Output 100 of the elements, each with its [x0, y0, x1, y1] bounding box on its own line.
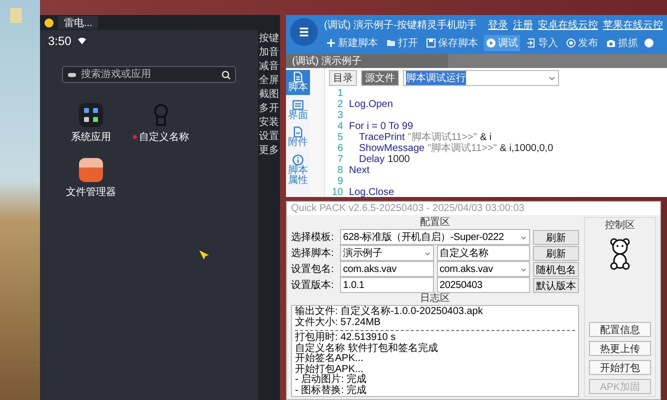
log-line: 文件大小: 57.24MB [295, 318, 382, 328]
play-icon [486, 38, 496, 48]
toolbar-button[interactable]: 打开 [384, 35, 420, 51]
function-dropdown[interactable]: 脚本调试运行 [403, 70, 559, 86]
sidebar-tool[interactable]: 安装 [258, 118, 280, 128]
search-icon [221, 70, 231, 80]
log-line: - 启动图片: 完成 [295, 375, 368, 385]
control-button[interactable]: 配置信息 [589, 322, 651, 337]
code-token: Next [349, 165, 370, 176]
folder-icon [386, 38, 396, 48]
line-number: 4 [336, 121, 343, 132]
window-title: Quick PACK v2.6.5-20250403 - 2025/04/03 03:00:03 [287, 202, 660, 215]
target-icon [566, 38, 576, 48]
file-manager-icon[interactable] [79, 158, 103, 182]
action-button[interactable]: 随机包名 [533, 262, 579, 276]
log-line: 打包用时: 42.513910 s [295, 333, 396, 343]
script-icon [292, 71, 304, 83]
code-token: & i,1000,0,0 [500, 143, 554, 154]
header-link[interactable]: 注册 [513, 18, 533, 32]
view-button[interactable]: 源文件 [361, 70, 399, 86]
toolbar-button[interactable]: 导入 [524, 35, 560, 51]
search-field[interactable]: 搜索游戏或应用 [62, 66, 236, 83]
code-token: & i [480, 132, 492, 143]
caret-icon [520, 266, 527, 272]
sidebar-tool[interactable]: 更多 [258, 146, 280, 156]
emulator-tab[interactable]: 雷电... [58, 16, 98, 29]
side-tab[interactable]: 附件 [286, 125, 310, 150]
field-label: 选择脚本: [291, 246, 335, 260]
header-link[interactable]: 苹果在线云控 [603, 18, 663, 32]
text-field[interactable]: 20250403 [436, 277, 530, 293]
sidebar-tool[interactable]: 加音 [258, 48, 280, 58]
sidebar-tool[interactable]: 减音 [258, 62, 280, 72]
line-number: 5 [336, 132, 343, 143]
header-link[interactable]: 安卓在线云控 [538, 18, 598, 32]
field-label: 选择模板: [291, 230, 335, 244]
control-button[interactable]: 开始打包 [589, 360, 651, 375]
action-button[interactable]: 刷新 [533, 230, 579, 244]
action-button[interactable]: 默认版本 [533, 278, 579, 292]
line-number: 10 [330, 187, 343, 197]
line-number: 2 [336, 99, 343, 110]
import-icon [526, 38, 536, 48]
save-icon [426, 38, 436, 48]
code-token: TracePrint [359, 132, 405, 143]
toolbar-button[interactable]: 新建脚本 [324, 35, 380, 51]
code-token: "脚本调试11>>" [428, 143, 497, 154]
caret-icon [548, 74, 556, 82]
line-number: 3 [336, 110, 343, 121]
toolbar-button[interactable]: 抓抓 [604, 35, 640, 51]
header-link[interactable]: 登录 [488, 18, 508, 32]
caret-icon [520, 234, 527, 240]
window-title: (调试) 演示例子-按键精灵手机助手 [324, 18, 477, 32]
text-field[interactable]: 自定义名称 [436, 245, 530, 261]
sidebar-tool[interactable]: 全屏 [258, 76, 280, 86]
section-heading: 配置区 [419, 217, 451, 229]
section-heading: 控制区 [605, 220, 635, 232]
text-field[interactable]: com.aks.vav [340, 261, 434, 277]
file-icon [292, 126, 304, 138]
log-line: 开始打包APK... [295, 364, 364, 374]
menu-button[interactable] [290, 18, 318, 46]
side-tab[interactable]: 脚本 [286, 70, 310, 94]
field-label: 设置版本: [291, 278, 335, 292]
app-label[interactable]: 文件管理器 [66, 185, 116, 199]
side-tab[interactable]: 脚本属性 [286, 152, 310, 188]
code-token: ShowMessage [359, 143, 425, 154]
text-field[interactable]: 1.0.1 [340, 277, 434, 293]
code-token: "脚本调试11>>" [408, 132, 477, 143]
toolbar-button[interactable]: 发布 [564, 35, 600, 51]
toolbar-button[interactable]: 保存脚本 [424, 35, 480, 51]
camera-icon [606, 38, 616, 48]
combo-box[interactable]: 628-标准版（开机自启）-Super-0222 [340, 229, 530, 245]
view-button[interactable]: 目录 [329, 70, 357, 86]
app-label[interactable]: 系统应用 [71, 130, 111, 144]
plus-icon [326, 38, 336, 48]
line-number: 6 [336, 143, 343, 154]
caret-icon [424, 250, 430, 256]
control-button[interactable]: 热更上传 [589, 341, 651, 356]
combo-box[interactable]: 演示例子 [340, 245, 434, 261]
sidebar-tool[interactable]: 按键 [258, 34, 280, 44]
wifi-icon [77, 37, 88, 45]
log-line: 开始签名APK... [295, 354, 364, 364]
app-label[interactable]: 自定义名称 [139, 130, 189, 144]
status-time: 3:50 [48, 34, 72, 48]
layout-icon [292, 98, 304, 110]
combo-box[interactable]: com.aks.vav [436, 261, 530, 277]
sidebar-tool[interactable]: 截图 [258, 90, 280, 100]
line-number: 7 [336, 154, 343, 165]
sidebar-tool[interactable]: 多开 [258, 104, 280, 114]
side-tab[interactable]: 界面 [286, 98, 310, 122]
menu-icon [297, 25, 311, 39]
code-token: Log.Close [349, 187, 394, 197]
line-number: 8 [336, 165, 343, 176]
action-button[interactable]: 刷新 [533, 246, 579, 260]
document-tab[interactable]: (调试) 演示例子 [286, 54, 448, 68]
sidebar-tool[interactable]: 设置 [258, 132, 280, 142]
line-number: 9 [336, 176, 343, 187]
app-grid-icon[interactable] [79, 103, 103, 127]
code-token: Log.Open [349, 99, 393, 110]
section-heading: 日志区 [419, 293, 451, 305]
info-icon [292, 154, 304, 166]
field-label: 设置包名: [291, 262, 335, 276]
